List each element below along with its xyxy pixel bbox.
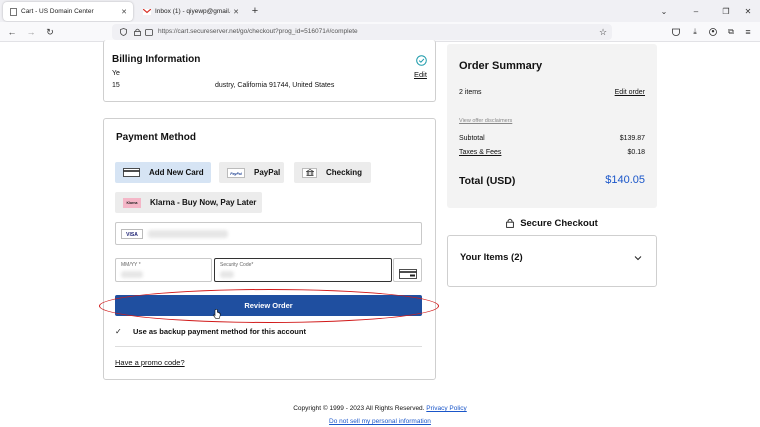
card-icon: [123, 168, 140, 177]
checkmark-icon[interactable]: ✓: [115, 327, 123, 336]
secure-checkout-label: Secure Checkout: [520, 217, 598, 229]
payment-card: Payment Method: [103, 118, 436, 380]
secure-checkout: Secure Checkout: [447, 216, 657, 230]
payment-title: Payment Method: [116, 132, 197, 143]
lock-icon: [506, 218, 515, 228]
tab-cart[interactable]: Cart - US Domain Center ✕: [3, 2, 133, 21]
card-number-field[interactable]: VISA: [115, 222, 422, 245]
tab-title: Cart - US Domain Center: [21, 8, 94, 15]
subtotal-label: Subtotal: [459, 135, 485, 142]
your-items-title: Your Items (2): [460, 252, 523, 263]
gmail-icon: [143, 8, 151, 16]
paypal-label: PayPal: [254, 168, 281, 177]
your-items-panel[interactable]: Your Items (2): [447, 235, 657, 287]
bookmark-star-icon[interactable]: ☆: [596, 25, 610, 39]
card-back-icon: [399, 266, 417, 284]
order-summary: Order Summary 2 items Edit order View of…: [447, 44, 657, 208]
check-circle-icon: [416, 53, 427, 71]
total-label: Total (USD): [459, 175, 516, 187]
back-icon[interactable]: ←: [5, 25, 19, 39]
permissions-icon[interactable]: [142, 25, 156, 39]
tab-title: Inbox (1) - qiyewp@gmail.com: [155, 8, 231, 15]
copyright-text: Copyright © 1999 - 2023 All Rights Reser…: [293, 405, 425, 412]
close-window-icon[interactable]: ✕: [741, 4, 755, 18]
security-code-label: Security Code*: [220, 262, 254, 268]
shield-icon[interactable]: [116, 25, 130, 39]
menu-icon[interactable]: ≡: [741, 25, 755, 39]
redacted-address: [126, 80, 216, 92]
redacted-expiry: [121, 271, 143, 278]
total-value: $140.05: [605, 174, 645, 186]
subtotal-value: $139.87: [619, 135, 645, 142]
browser-nav-bar: ← → ↻ https://cart.secureserver.net/go/c…: [0, 22, 760, 42]
highlight-ellipse: [99, 289, 439, 323]
cvv-hint: [393, 258, 422, 282]
redacted-card-number: [148, 230, 228, 238]
items-count: 2 items: [459, 89, 482, 96]
edit-order-link[interactable]: Edit order: [615, 89, 645, 96]
expiry-field[interactable]: MM/YY *: [115, 258, 212, 282]
billing-title: Billing Information: [112, 54, 201, 65]
taxes-fees-link[interactable]: Taxes & Fees: [459, 149, 501, 156]
billing-address-prefix: 15: [112, 82, 120, 89]
billing-name: Ye: [112, 70, 120, 77]
backup-payment-label: Use as backup payment method for this ac…: [133, 326, 306, 336]
paypal-icon: PayPal: [227, 167, 245, 178]
add-new-card-button[interactable]: Add New Card: [115, 162, 211, 183]
billing-card: Billing Information Ye 15 dustry, Califo…: [103, 40, 436, 102]
chevron-down-icon[interactable]: ⌄: [657, 4, 671, 18]
order-summary-title: Order Summary: [459, 60, 543, 72]
visa-icon: VISA: [121, 229, 143, 239]
offer-disclaimers-link[interactable]: View offer disclaimers: [459, 118, 512, 124]
redacted-security-code: [220, 271, 234, 278]
footer-copyright-line: Copyright © 1999 - 2023 All Rights Reser…: [0, 405, 760, 412]
chevron-down-icon[interactable]: [634, 248, 642, 266]
extensions-icon[interactable]: ⧉: [724, 25, 738, 39]
taxes-value: $0.18: [627, 149, 645, 156]
paypal-button[interactable]: PayPal PayPal: [219, 162, 284, 183]
privacy-policy-link[interactable]: Privacy Policy: [426, 405, 466, 412]
expiry-label: MM/YY *: [121, 262, 141, 268]
forward-icon[interactable]: →: [24, 25, 38, 39]
add-new-card-label: Add New Card: [149, 168, 204, 177]
billing-edit-link[interactable]: Edit: [414, 70, 427, 79]
bank-icon: [302, 167, 317, 178]
do-not-sell-link[interactable]: Do not sell my personal information: [329, 418, 431, 425]
redacted-name: [132, 67, 212, 81]
backup-payment-option[interactable]: ✓ Use as backup payment method for this …: [115, 325, 435, 337]
promo-code-link[interactable]: Have a promo code?: [115, 358, 185, 367]
reload-icon[interactable]: ↻: [43, 25, 57, 39]
page-icon: [9, 7, 17, 16]
klarna-icon-text: Klarna: [123, 197, 141, 208]
restore-icon[interactable]: ❐: [719, 4, 733, 18]
url-bar[interactable]: https://cart.secureserver.net/go/checkou…: [112, 24, 612, 40]
security-code-field[interactable]: Security Code*: [214, 258, 392, 282]
url-text[interactable]: https://cart.secureserver.net/go/checkou…: [158, 28, 358, 35]
downloads-icon[interactable]: ⤓: [688, 25, 702, 39]
close-icon[interactable]: ✕: [231, 8, 241, 16]
paypal-icon-text: PayPal: [227, 167, 245, 178]
tab-inbox[interactable]: Inbox (1) - qiyewp@gmail.com ✕: [137, 2, 245, 21]
checking-button[interactable]: Checking: [294, 162, 371, 183]
billing-address: dustry, California 91744, United States: [215, 82, 335, 89]
minimize-icon[interactable]: –: [689, 4, 703, 18]
klarna-button[interactable]: Klarna Klarna - Buy Now, Pay Later: [115, 192, 262, 213]
divider: [115, 346, 422, 347]
new-tab-button[interactable]: +: [248, 4, 262, 18]
account-icon[interactable]: [706, 25, 720, 39]
checking-label: Checking: [326, 168, 363, 177]
cursor-icon: [213, 306, 221, 324]
pocket-icon[interactable]: [669, 25, 683, 39]
close-icon[interactable]: ✕: [119, 8, 129, 16]
klarna-icon: Klarna: [123, 197, 141, 208]
browser-tab-bar: Cart - US Domain Center ✕ Inbox (1) - qi…: [0, 0, 760, 22]
footer-do-not-sell-line: Do not sell my personal information: [0, 418, 760, 425]
klarna-label: Klarna - Buy Now, Pay Later: [150, 198, 257, 207]
